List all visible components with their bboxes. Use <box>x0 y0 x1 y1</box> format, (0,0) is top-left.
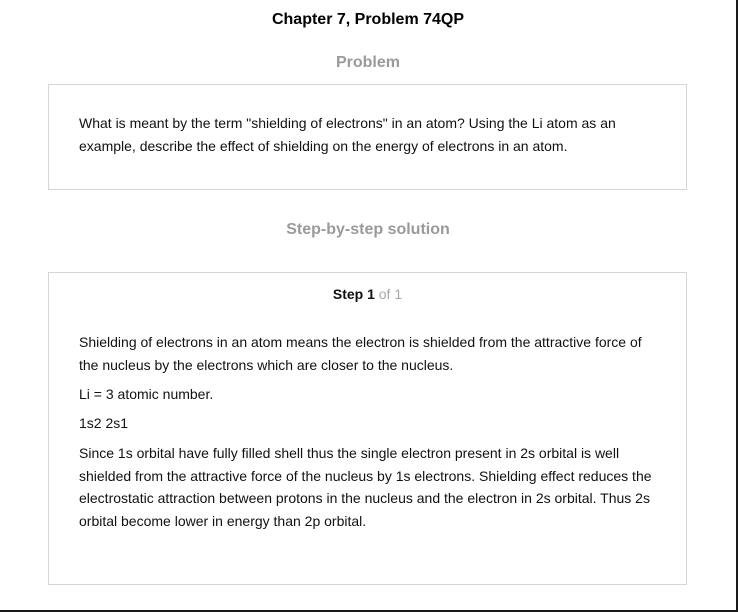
solution-paragraph-definition: Shielding of electrons in an atom means … <box>79 334 642 373</box>
solution-heading: Step-by-step solution <box>286 221 450 238</box>
solution-paragraph-atomic-number: Li = 3 atomic number. <box>79 386 214 402</box>
solution-card: Step 1 of 1 Shielding of electrons in an… <box>48 272 687 585</box>
page-title: Chapter 7, Problem 74QP <box>271 11 465 28</box>
problem-card: What is meant by the term "shielding of … <box>48 84 687 190</box>
solution-paragraph-electron-configuration: 1s2 2s1 <box>79 415 129 431</box>
step-indicator: Step 1 of 1 <box>49 286 686 302</box>
problem-text: What is meant by the term "shielding of … <box>79 115 616 154</box>
step-label: Step 1 <box>332 286 375 302</box>
step-of-total: of 1 <box>378 286 403 302</box>
problem-heading: Problem <box>335 54 400 71</box>
solution-paragraph-explanation: Since 1s orbital have fully filled shell… <box>79 445 652 529</box>
